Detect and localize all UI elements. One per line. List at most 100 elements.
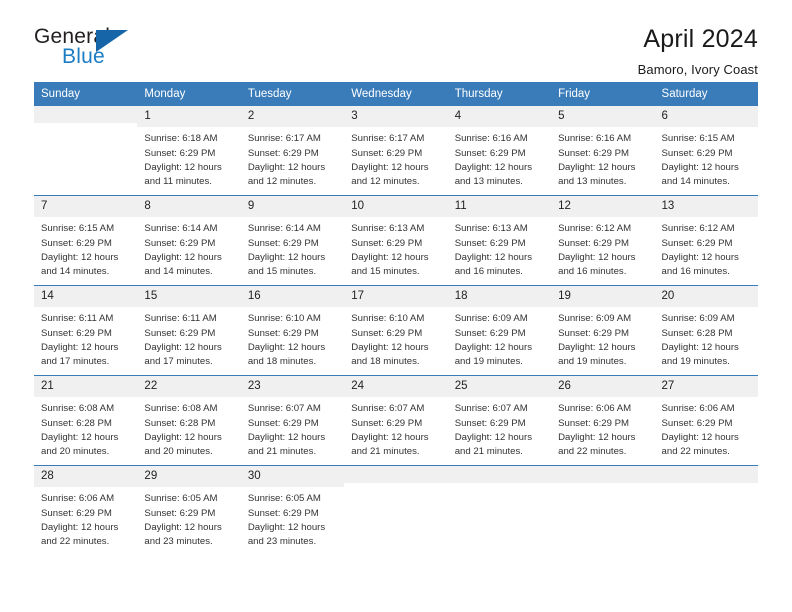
day-cell[interactable]: 20 Sunrise: 6:09 AM Sunset: 6:28 PM Dayligh… <box>654 286 758 376</box>
day-number <box>34 106 138 124</box>
sunset-text: Sunset: 6:29 PM <box>41 507 112 519</box>
day-cell[interactable]: 23 Sunrise: 6:07 AM Sunset: 6:29 PM Dayligh… <box>240 376 345 466</box>
day-number: 21 <box>34 376 138 398</box>
day-cell[interactable]: 17 Sunrise: 6:10 AM Sunset: 6:29 PM Dayligh… <box>344 286 448 376</box>
daylight-text-line2: and 21 minutes. <box>247 445 317 457</box>
daylight-text-line2: and 22 minutes. <box>558 445 627 457</box>
day-details: Sunrise: 6:17 AM Sunset: 6:29 PM Daylight:… <box>344 127 447 189</box>
calendar-page: General Blue April 2024 Bamoro, Ivory Co… <box>0 0 792 612</box>
day-details: Sunrise: 6:05 AM Sunset: 6:29 PM Daylight:… <box>137 487 240 549</box>
day-number: 16 <box>240 286 345 308</box>
sunset-text: Sunset: 6:29 PM <box>454 327 526 339</box>
daylight-text-line1: Daylight: 12 hours <box>247 161 326 173</box>
day-details: Sunrise: 6:08 AM Sunset: 6:28 PM Daylight:… <box>137 397 240 459</box>
day-cell[interactable]: 27 Sunrise: 6:06 AM Sunset: 6:29 PM Dayligh… <box>654 376 758 466</box>
day-number: 24 <box>344 376 448 398</box>
day-cell[interactable]: 6 Sunrise: 6:15 AM Sunset: 6:29 PM Daylight… <box>654 106 758 196</box>
title-block: April 2024 Bamoro, Ivory Coast <box>638 26 758 78</box>
daylight-text-line1: Daylight: 12 hours <box>558 431 636 443</box>
daylight-text-line2: and 16 minutes. <box>558 265 627 277</box>
day-number: 10 <box>344 196 448 218</box>
day-number: 13 <box>654 196 758 218</box>
day-cell[interactable]: 16 Sunrise: 6:10 AM Sunset: 6:29 PM Dayligh… <box>240 286 345 376</box>
day-cell[interactable]: 24 Sunrise: 6:07 AM Sunset: 6:29 PM Dayligh… <box>344 376 448 466</box>
day-number: 4 <box>447 106 552 128</box>
sunset-text: Sunset: 6:29 PM <box>454 417 526 429</box>
day-details: Sunrise: 6:14 AM Sunset: 6:29 PM Daylight:… <box>241 217 344 279</box>
sunrise-text: Sunrise: 6:08 AM <box>144 403 218 415</box>
day-details: Sunrise: 6:07 AM Sunset: 6:29 PM Daylight:… <box>448 397 551 459</box>
daylight-text-line2: and 12 minutes. <box>247 175 317 187</box>
day-cell[interactable]: 3 Sunrise: 6:17 AM Sunset: 6:29 PM Daylight… <box>344 106 448 196</box>
daylight-text-line2: and 14 minutes. <box>144 265 213 277</box>
sunset-text: Sunset: 6:29 PM <box>144 237 216 249</box>
day-cell[interactable]: 28 Sunrise: 6:06 AM Sunset: 6:29 PM Dayligh… <box>34 466 138 556</box>
daylight-text-line1: Daylight: 12 hours <box>558 161 636 173</box>
daylight-text-line1: Daylight: 12 hours <box>454 431 533 443</box>
day-cell[interactable]: 2 Sunrise: 6:17 AM Sunset: 6:29 PM Daylight… <box>240 106 345 196</box>
weekday-header-friday: Friday <box>558 88 591 100</box>
daylight-text-line1: Daylight: 12 hours <box>454 341 533 353</box>
day-details: Sunrise: 6:10 AM Sunset: 6:29 PM Daylight:… <box>241 307 344 369</box>
daylight-text-line2: and 17 minutes. <box>144 355 213 367</box>
calendar-week-row: 28 Sunrise: 6:06 AM Sunset: 6:29 PM Dayligh… <box>34 465 758 556</box>
day-details: Sunrise: 6:18 AM Sunset: 6:29 PM Daylight:… <box>137 127 240 189</box>
day-cell[interactable]: 21 Sunrise: 6:08 AM Sunset: 6:28 PM Dayligh… <box>34 376 138 466</box>
general-blue-logo[interactable]: General Blue <box>34 26 144 72</box>
day-number: 11 <box>447 196 552 218</box>
sunrise-text: Sunrise: 6:11 AM <box>41 313 114 325</box>
day-cell[interactable]: 8 Sunrise: 6:14 AM Sunset: 6:29 PM Daylight… <box>137 196 241 286</box>
day-cell[interactable]: 14 Sunrise: 6:11 AM Sunset: 6:29 PM Dayligh… <box>34 286 138 376</box>
day-details: Sunrise: 6:17 AM Sunset: 6:29 PM Daylight:… <box>241 127 344 189</box>
day-cell[interactable]: 1 Sunrise: 6:18 AM Sunset: 6:29 PM Daylight… <box>137 106 241 196</box>
sunrise-text: Sunrise: 6:07 AM <box>247 403 321 415</box>
calendar-grid: Sunday Monday Tuesday Wednesday Thursday Frid… <box>34 82 758 556</box>
sunrise-text: Sunrise: 6:14 AM <box>144 223 218 235</box>
day-cell[interactable]: 26 Sunrise: 6:06 AM Sunset: 6:29 PM Dayligh… <box>551 376 655 466</box>
day-cell[interactable]: 22 Sunrise: 6:08 AM Sunset: 6:28 PM Dayligh… <box>137 376 241 466</box>
day-number: 22 <box>137 376 241 398</box>
logo-text-blue: Blue <box>62 45 105 68</box>
sunrise-text: Sunrise: 6:15 AM <box>661 133 735 145</box>
day-cell[interactable]: 10 Sunrise: 6:13 AM Sunset: 6:29 PM Dayligh… <box>344 196 448 286</box>
daylight-text-line2: and 19 minutes. <box>558 355 627 367</box>
day-details: Sunrise: 6:09 AM Sunset: 6:28 PM Daylight:… <box>655 307 758 369</box>
day-cell[interactable]: 4 Sunrise: 6:16 AM Sunset: 6:29 PM Daylight… <box>447 106 552 196</box>
day-cell[interactable]: 29 Sunrise: 6:05 AM Sunset: 6:29 PM Dayligh… <box>137 466 241 556</box>
daylight-text-line1: Daylight: 12 hours <box>351 431 429 443</box>
day-cell[interactable]: 12 Sunrise: 6:12 AM Sunset: 6:29 PM Dayligh… <box>551 196 655 286</box>
day-number: 5 <box>551 106 655 128</box>
day-details: Sunrise: 6:16 AM Sunset: 6:29 PM Daylight:… <box>448 127 551 189</box>
daylight-text-line2: and 14 minutes. <box>661 175 730 187</box>
daylight-text-line1: Daylight: 12 hours <box>661 431 739 443</box>
day-cell[interactable]: 19 Sunrise: 6:09 AM Sunset: 6:29 PM Dayligh… <box>551 286 655 376</box>
day-cell[interactable]: 13 Sunrise: 6:12 AM Sunset: 6:29 PM Dayligh… <box>654 196 758 286</box>
day-cell[interactable]: 5 Sunrise: 6:16 AM Sunset: 6:29 PM Daylight… <box>551 106 655 196</box>
day-cell[interactable]: 18 Sunrise: 6:09 AM Sunset: 6:29 PM Dayligh… <box>447 286 552 376</box>
sunrise-text: Sunrise: 6:18 AM <box>144 133 218 145</box>
day-cell[interactable]: 25 Sunrise: 6:07 AM Sunset: 6:29 PM Dayligh… <box>447 376 552 466</box>
weekday-header-saturday: Saturday <box>661 88 708 100</box>
sunset-text: Sunset: 6:29 PM <box>558 327 630 339</box>
day-number <box>447 466 552 484</box>
day-cell[interactable]: 7 Sunrise: 6:15 AM Sunset: 6:29 PM Daylight… <box>34 196 138 286</box>
day-cell[interactable]: 11 Sunrise: 6:13 AM Sunset: 6:29 PM Dayligh… <box>447 196 552 286</box>
sunrise-text: Sunrise: 6:10 AM <box>247 313 321 325</box>
day-number: 12 <box>551 196 655 218</box>
sunset-text: Sunset: 6:29 PM <box>454 147 526 159</box>
day-number: 14 <box>34 286 138 308</box>
day-cell[interactable]: 30 Sunrise: 6:05 AM Sunset: 6:29 PM Dayligh… <box>240 466 345 556</box>
daylight-text-line1: Daylight: 12 hours <box>41 521 119 533</box>
sunrise-text: Sunrise: 6:14 AM <box>247 223 321 235</box>
daylight-text-line1: Daylight: 12 hours <box>558 341 636 353</box>
day-cell[interactable]: 9 Sunrise: 6:14 AM Sunset: 6:29 PM Daylight… <box>240 196 345 286</box>
sunrise-text: Sunrise: 6:13 AM <box>454 223 528 235</box>
sunset-text: Sunset: 6:29 PM <box>351 147 423 159</box>
daylight-text-line1: Daylight: 12 hours <box>247 341 326 353</box>
day-cell[interactable]: 15 Sunrise: 6:11 AM Sunset: 6:29 PM Dayligh… <box>137 286 241 376</box>
sunset-text: Sunset: 6:29 PM <box>41 327 112 339</box>
daylight-text-line2: and 17 minutes. <box>41 355 110 367</box>
sunset-text: Sunset: 6:29 PM <box>661 237 733 249</box>
daylight-text-line1: Daylight: 12 hours <box>661 161 739 173</box>
day-details: Sunrise: 6:09 AM Sunset: 6:29 PM Daylight:… <box>551 307 654 369</box>
